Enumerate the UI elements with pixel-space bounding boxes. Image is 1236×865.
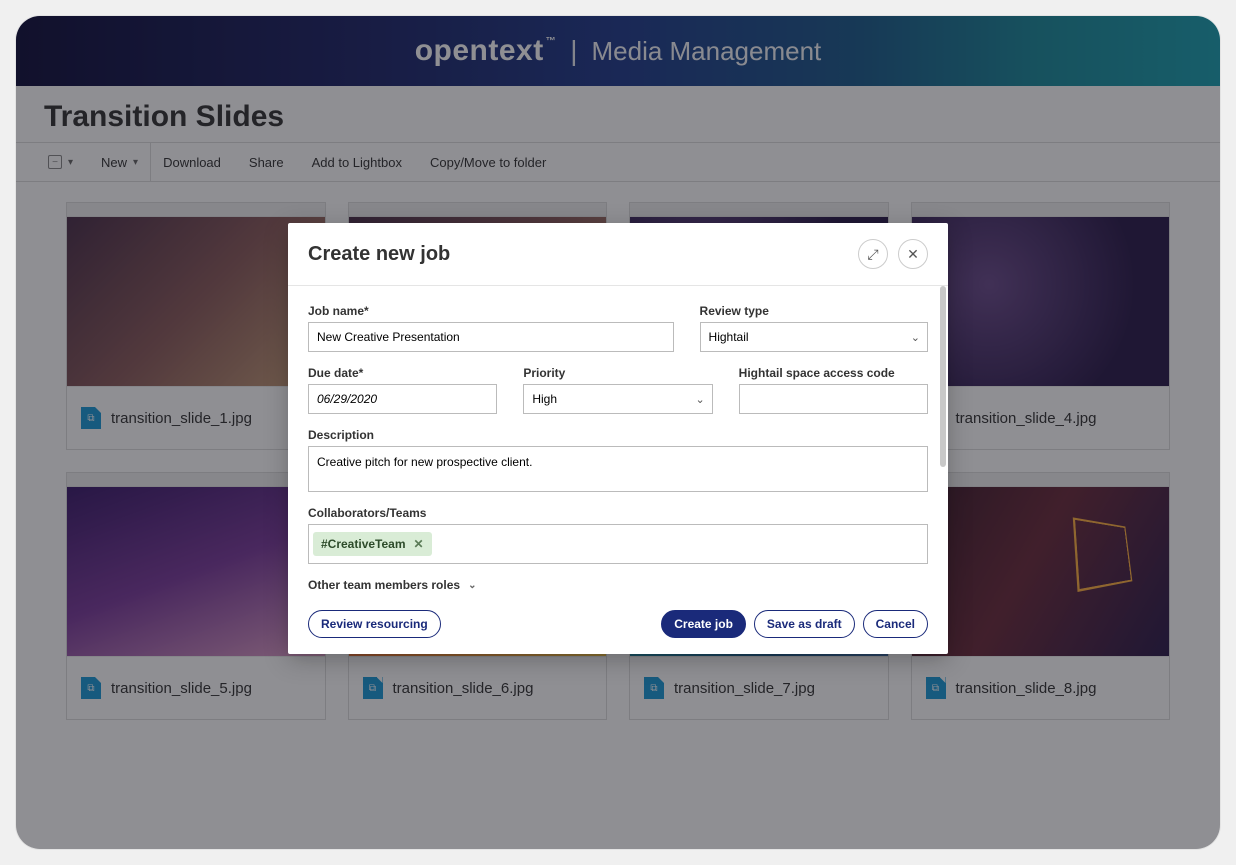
priority-label: Priority [523, 366, 712, 380]
priority-select[interactable] [523, 384, 712, 414]
other-roles-expander[interactable]: Other team members roles ⌄ [308, 578, 928, 592]
review-type-select[interactable] [700, 322, 928, 352]
modal-title: Create new job [308, 243, 450, 266]
other-roles-label: Other team members roles [308, 578, 460, 592]
expand-icon[interactable]: ⤢ [858, 239, 888, 269]
modal-footer: Review resourcing Create job Save as dra… [288, 598, 948, 654]
app-frame: opentext ™ | Media Management Transition… [16, 16, 1220, 849]
collaborators-label: Collaborators/Teams [308, 506, 928, 520]
modal-body: Job name* Review type ⌄ Due date* [288, 286, 948, 598]
job-name-label: Job name* [308, 304, 674, 318]
review-type-label: Review type [700, 304, 928, 318]
cancel-button[interactable]: Cancel [863, 610, 928, 638]
scrollbar[interactable] [940, 286, 946, 467]
create-job-modal: Create new job ⤢ ✕ Job name* Review type… [288, 223, 948, 654]
remove-chip-icon[interactable]: ✕ [414, 537, 424, 551]
collaborators-input[interactable]: #CreativeTeam ✕ [308, 524, 928, 564]
create-job-button[interactable]: Create job [661, 610, 746, 638]
access-code-label: Hightail space access code [739, 366, 928, 380]
description-label: Description [308, 428, 928, 442]
save-draft-button[interactable]: Save as draft [754, 610, 855, 638]
chevron-down-icon: ⌄ [468, 580, 476, 591]
job-name-input[interactable] [308, 322, 674, 352]
close-icon[interactable]: ✕ [898, 239, 928, 269]
description-textarea[interactable]: Creative pitch for new prospective clien… [308, 446, 928, 492]
review-resourcing-button[interactable]: Review resourcing [308, 610, 441, 638]
access-code-input[interactable] [739, 384, 928, 414]
due-date-input[interactable] [308, 384, 497, 414]
modal-header: Create new job ⤢ ✕ [288, 223, 948, 286]
due-date-label: Due date* [308, 366, 497, 380]
team-chip: #CreativeTeam ✕ [313, 532, 432, 556]
team-chip-label: #CreativeTeam [321, 537, 406, 551]
